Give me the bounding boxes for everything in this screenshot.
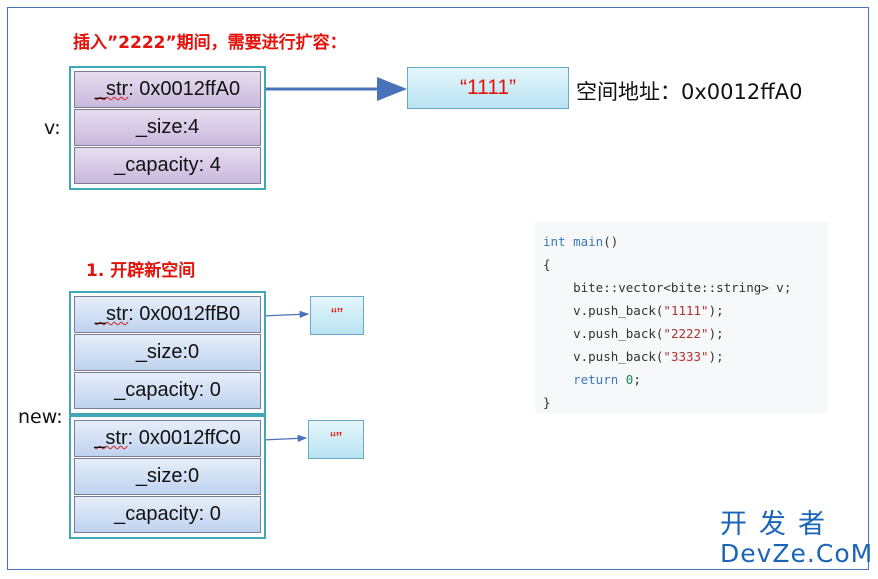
new-struct-1: _str: 0x0012ffB0 _size:0 _capacity: 0: [69, 291, 266, 415]
arrow-new1-to-string: [261, 310, 310, 318]
field-str-value: : 0x0012ffB0: [128, 303, 241, 325]
field-str-name: _str: [94, 427, 128, 449]
field-str-name: _str: [94, 78, 129, 100]
field-capacity: _capacity: 0: [74, 372, 261, 409]
code-line-1: int main(): [543, 234, 619, 249]
new-struct-2: _str: 0x0012ffC0 _size:0 _capacity: 0: [69, 415, 266, 539]
string-box-empty-1: “”: [310, 296, 364, 335]
string-box-empty-2: “”: [308, 420, 364, 459]
var-new-label: new:: [18, 406, 63, 428]
watermark-cn: 开发者: [720, 509, 837, 540]
code-line-4: v.push_back("1111");: [543, 303, 724, 318]
expansion-heading: 插入”2222”期间，需要进行扩容：: [73, 33, 347, 53]
code-line-8: }: [543, 395, 551, 410]
field-size: _size:4: [74, 109, 261, 146]
field-str-name: _str: [94, 303, 129, 325]
vector-v-struct: _str: 0x0012ffA0 _size:4 _capacity: 4: [69, 66, 266, 190]
field-str-value: : 0x0012ffC0: [127, 427, 241, 449]
code-line-7: return 0;: [543, 372, 641, 387]
arrow-new2-to-string: [261, 434, 308, 442]
field-capacity: _capacity: 4: [74, 147, 261, 184]
code-line-2: {: [543, 257, 551, 272]
field-str: _str: 0x0012ffA0: [74, 71, 261, 108]
field-str: _str: 0x0012ffB0: [74, 296, 261, 333]
field-str-value: : 0x0012ffA0: [128, 78, 241, 100]
code-line-6: v.push_back("3333");: [543, 349, 724, 364]
site-watermark: 开发者 DevZe.CoM: [720, 509, 874, 568]
field-size: _size:0: [74, 334, 261, 371]
code-snippet: int main() { bite::vector<bite::string> …: [535, 222, 828, 413]
var-v-label: v:: [44, 117, 61, 139]
step-heading: 1. 开辟新空间: [86, 261, 196, 281]
code-line-5: v.push_back("2222");: [543, 326, 724, 341]
field-capacity: _capacity: 0: [74, 496, 261, 533]
address-label: 空间地址：0x0012ffA0: [576, 80, 803, 104]
field-size: _size:0: [74, 458, 261, 495]
watermark-en: DevZe.CoM: [720, 539, 874, 568]
string-box-1111: “1111”: [407, 67, 569, 109]
code-line-3: bite::vector<bite::string> v;: [543, 280, 792, 295]
field-str: _str: 0x0012ffC0: [74, 420, 261, 457]
